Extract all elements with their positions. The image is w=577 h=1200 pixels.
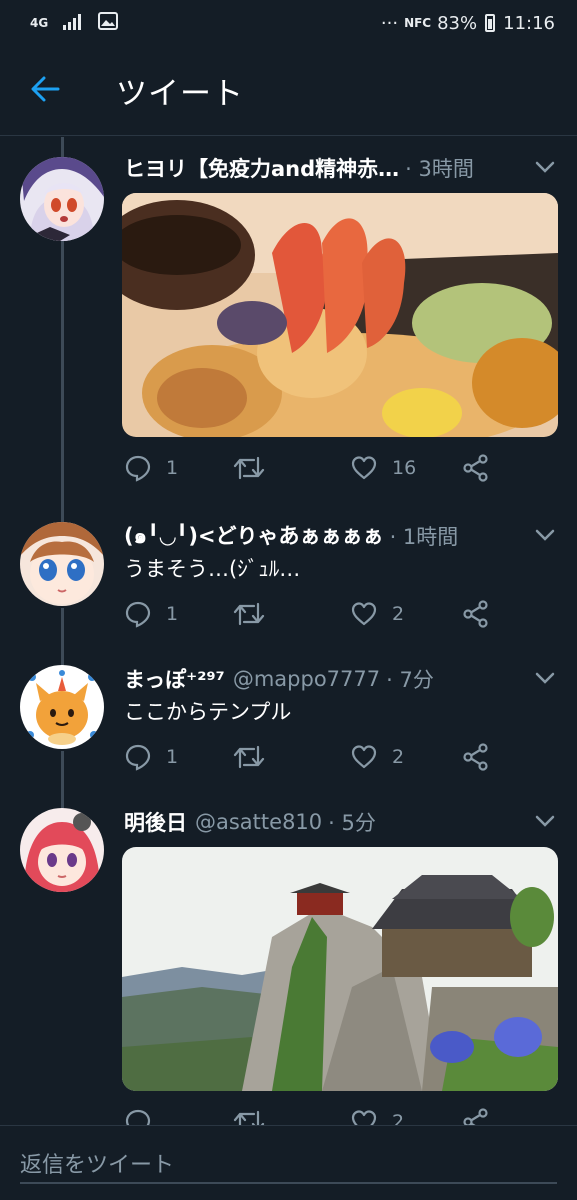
- reply-count: 1: [166, 457, 179, 479]
- display-name[interactable]: (๑╹◡╹)<どりゃあぁぁぁぁ: [124, 520, 384, 553]
- chevron-down-icon[interactable]: [533, 668, 557, 688]
- network-type: 4G: [30, 16, 49, 30]
- avatar[interactable]: [20, 665, 104, 749]
- clock: 11:16: [503, 12, 555, 34]
- tweet-actions: 1 2: [124, 597, 504, 631]
- tweet-thread[interactable]: ヒヨリ【免疫力and精神赤… · 3時間 1 16 (๑╹◡╹)<どりゃあぁぁぁ…: [0, 137, 577, 1125]
- top-app-bar: ツイート: [0, 46, 577, 136]
- reply-button[interactable]: 1: [124, 740, 178, 774]
- timestamp: · 5分: [328, 811, 376, 835]
- heart-icon: [350, 1108, 378, 1125]
- retweet-icon: [232, 743, 266, 771]
- display-name[interactable]: 明後日: [124, 807, 187, 837]
- battery-percent: 83%: [437, 12, 478, 34]
- retweet-icon: [232, 454, 266, 482]
- share-button[interactable]: [462, 597, 490, 631]
- chevron-down-icon[interactable]: [533, 525, 557, 545]
- like-count: 2: [392, 746, 405, 768]
- chevron-down-icon[interactable]: [533, 811, 557, 831]
- tweet-header: まっぽ⁺²⁹⁷ @mappo7777 · 7分: [124, 662, 557, 696]
- reply-icon: [124, 743, 152, 771]
- like-count: 2: [392, 1111, 405, 1125]
- avatar[interactable]: [20, 157, 104, 241]
- avatar[interactable]: [20, 522, 104, 606]
- status-bar: 4G ··· NFC 83% 11:16: [0, 0, 577, 46]
- back-button[interactable]: [0, 46, 90, 136]
- tweet-text: ここからテンプル: [124, 700, 292, 724]
- gallery-icon: [98, 11, 119, 35]
- retweet-icon: [232, 600, 266, 628]
- tweet-actions: 2: [124, 1105, 504, 1125]
- retweet-icon: [232, 1108, 266, 1125]
- share-icon: [462, 600, 490, 628]
- share-icon: [462, 454, 490, 482]
- tweet-header: ヒヨリ【免疫力and精神赤… · 3時間: [124, 151, 557, 185]
- avatar[interactable]: [20, 808, 104, 892]
- tweet-actions: 1 16: [124, 451, 504, 485]
- signal-icon: [62, 12, 84, 35]
- heart-icon: [350, 454, 378, 482]
- reply-button[interactable]: 1: [124, 451, 178, 485]
- tweet-image[interactable]: [122, 193, 558, 437]
- nfc-indicator: NFC: [404, 16, 432, 30]
- chevron-down-icon[interactable]: [533, 157, 557, 177]
- like-button[interactable]: 16: [350, 451, 416, 485]
- tweet[interactable]: (๑╹◡╹)<どりゃあぁぁぁぁ · 1時間 うまそう…(ｼﾞｭﾙ… 1 2: [0, 519, 577, 639]
- reply-icon: [124, 1108, 152, 1125]
- display-name[interactable]: まっぽ⁺²⁹⁷: [124, 664, 225, 694]
- like-button[interactable]: 2: [350, 1105, 404, 1125]
- share-icon: [462, 1108, 490, 1125]
- battery-icon: [485, 14, 496, 32]
- reply-input[interactable]: 返信をツイート: [20, 1144, 557, 1184]
- like-button[interactable]: 2: [350, 597, 404, 631]
- reply-icon: [124, 454, 152, 482]
- display-name[interactable]: ヒヨリ【免疫力and精神赤…: [124, 153, 399, 183]
- like-count: 16: [392, 457, 417, 479]
- heart-icon: [350, 600, 378, 628]
- tweet[interactable]: まっぽ⁺²⁹⁷ @mappo7777 · 7分 ここからテンプル 1 2: [0, 662, 577, 782]
- tweet-actions: 1 2: [124, 740, 504, 774]
- share-button[interactable]: [462, 451, 490, 485]
- retweet-button[interactable]: [232, 451, 280, 485]
- reply-icon: [124, 600, 152, 628]
- timestamp: · 1時間: [389, 525, 459, 549]
- tweet[interactable]: 明後日 @asatte810 · 5分 2: [0, 805, 577, 1125]
- timestamp: · 7分: [386, 668, 434, 692]
- username[interactable]: @asatte810: [195, 810, 322, 834]
- heart-icon: [350, 743, 378, 771]
- share-button[interactable]: [462, 740, 490, 774]
- timestamp: · 3時間: [405, 157, 474, 181]
- reply-placeholder: 返信をツイート: [20, 1153, 175, 1178]
- like-count: 2: [392, 603, 405, 625]
- tweet-header: (๑╹◡╹)<どりゃあぁぁぁぁ · 1時間: [124, 519, 557, 553]
- reply-button[interactable]: [124, 1105, 166, 1125]
- retweet-button[interactable]: [232, 740, 280, 774]
- tweet-text: うまそう…(ｼﾞｭﾙ…: [124, 557, 301, 581]
- username[interactable]: @mappo7777: [233, 667, 380, 691]
- reply-composer-bar: 返信をツイート: [0, 1125, 577, 1200]
- reply-button[interactable]: 1: [124, 597, 178, 631]
- share-icon: [462, 743, 490, 771]
- tweet-header: 明後日 @asatte810 · 5分: [124, 805, 557, 839]
- retweet-button[interactable]: [232, 1105, 266, 1125]
- retweet-button[interactable]: [232, 597, 280, 631]
- tweet-image[interactable]: [122, 847, 558, 1091]
- like-button[interactable]: 2: [350, 740, 404, 774]
- page-title: ツイート: [116, 76, 244, 112]
- more-notifications-icon: ···: [380, 12, 399, 34]
- share-button[interactable]: [462, 1105, 490, 1125]
- reply-count: 1: [166, 603, 179, 625]
- reply-count: 1: [166, 746, 179, 768]
- arrow-left-icon: [30, 76, 60, 106]
- tweet[interactable]: ヒヨリ【免疫力and精神赤… · 3時間 1 16: [0, 151, 577, 491]
